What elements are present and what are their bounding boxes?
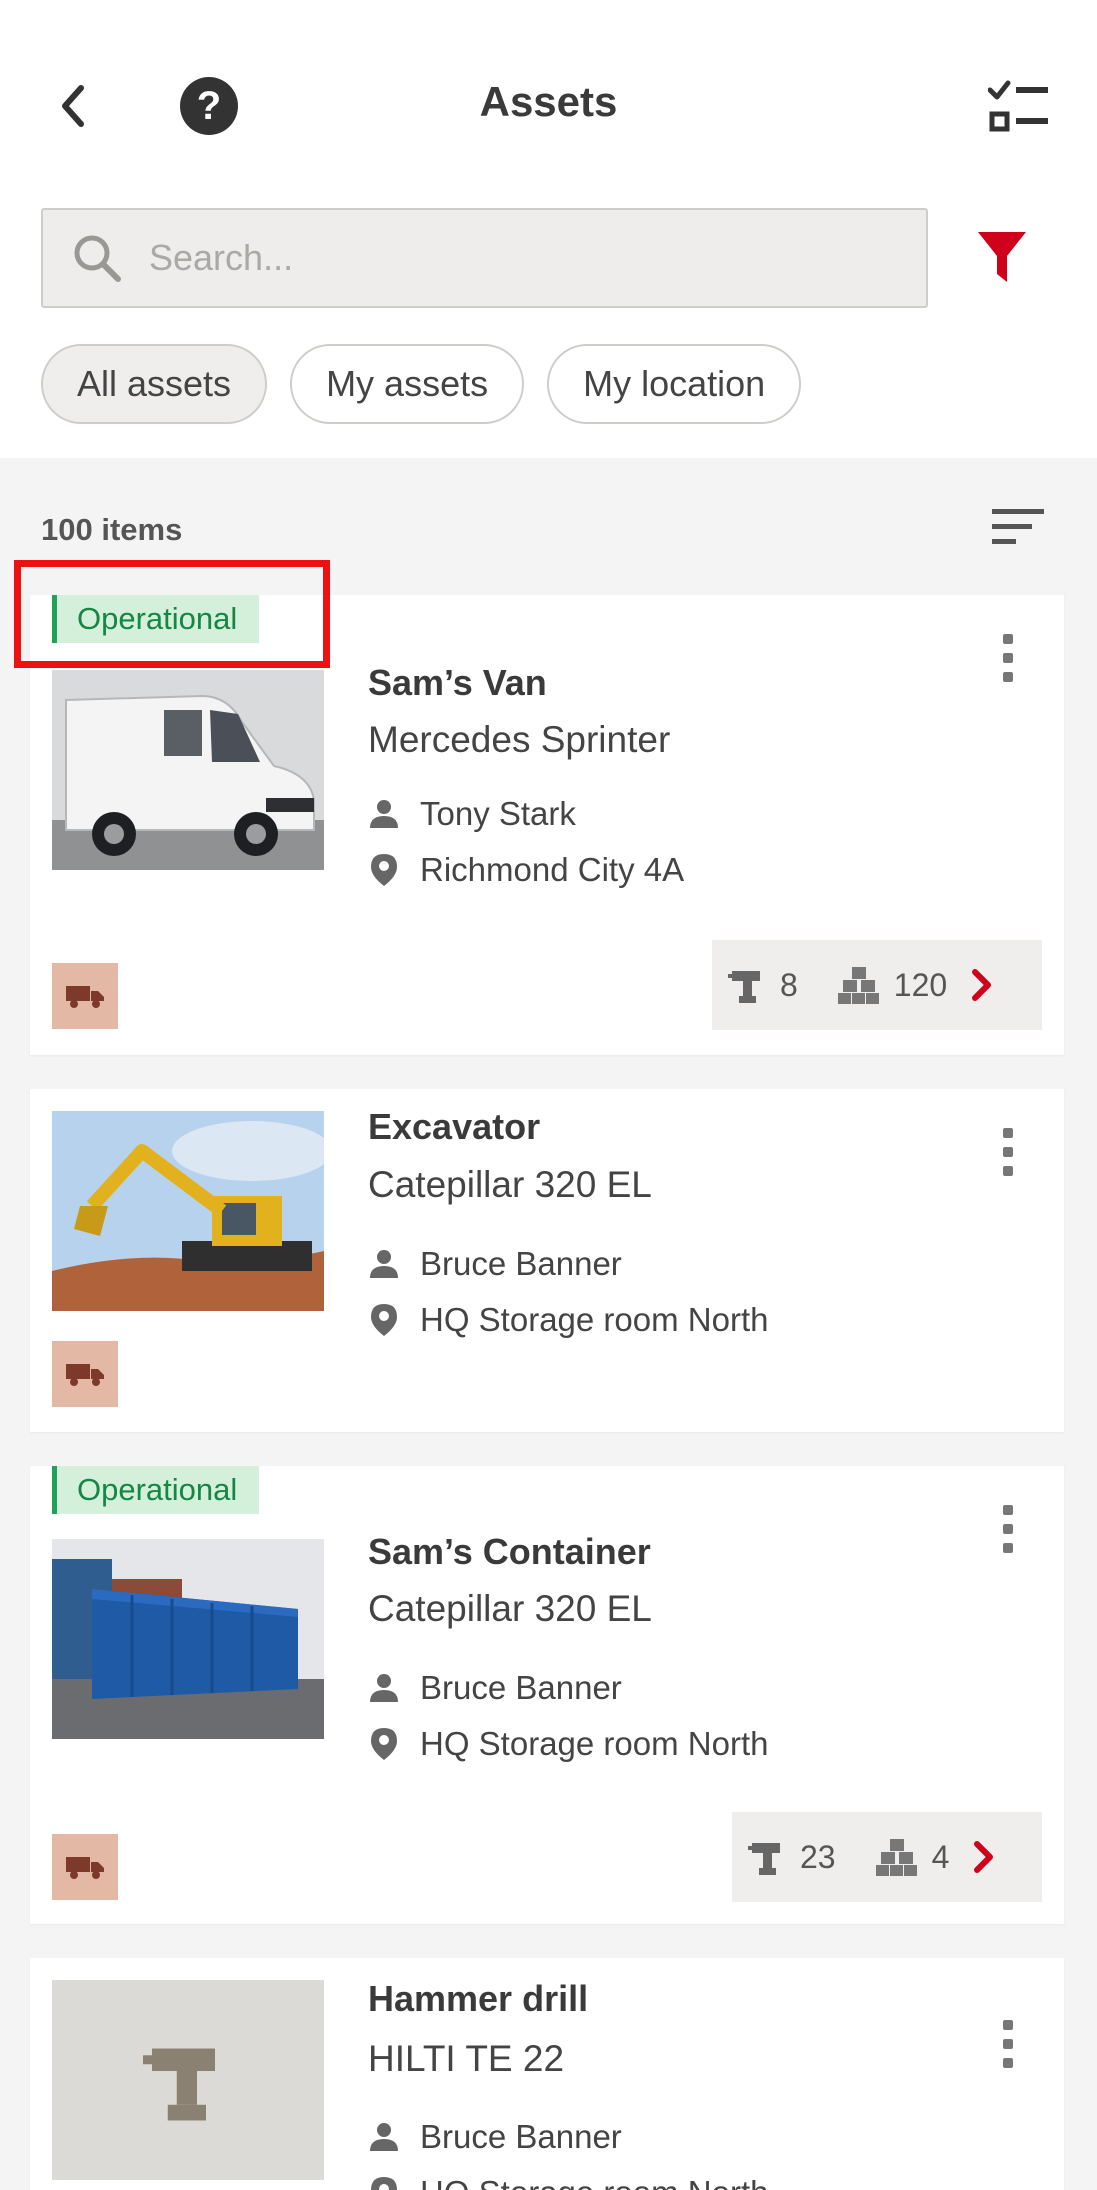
asset-owner: Bruce Banner <box>368 2118 622 2156</box>
asset-card[interactable]: Operational Sam’s Container Catepillar 3… <box>30 1466 1064 1924</box>
location-pin-icon <box>371 1728 397 1760</box>
highlight-box <box>14 560 330 668</box>
drill-icon <box>748 1843 780 1875</box>
chevron-right-icon <box>972 969 992 1001</box>
asset-image-placeholder <box>52 1980 324 2180</box>
location-name: HQ Storage room North <box>420 1725 769 1762</box>
more-options-button[interactable] <box>988 1499 1028 1559</box>
drill-icon <box>143 2048 215 2121</box>
chevron-right-icon <box>974 1841 994 1873</box>
asset-owner: Tony Stark <box>368 795 576 833</box>
asset-owner: Bruce Banner <box>368 1669 622 1707</box>
top-bar: Assets ? <box>0 0 1097 200</box>
asset-owner: Bruce Banner <box>368 1245 622 1283</box>
checklist-button[interactable] <box>987 78 1050 134</box>
back-button[interactable] <box>52 78 92 134</box>
more-options-button[interactable] <box>988 628 1028 688</box>
location-name: HQ Storage room North <box>420 2174 768 2190</box>
owner-name: Bruce Banner <box>420 2118 622 2155</box>
help-button[interactable]: ? <box>180 77 238 135</box>
asset-type-badge <box>52 1341 118 1407</box>
chevron-left-icon <box>62 85 84 127</box>
material-count: 120 <box>893 966 948 1003</box>
material-count: 4 <box>931 1838 950 1875</box>
person-icon <box>370 800 398 828</box>
truck-icon <box>66 1364 104 1386</box>
more-options-button[interactable] <box>988 2014 1028 2074</box>
asset-name: Hammer drill <box>368 1978 589 2019</box>
asset-contents-summary[interactable]: 23 4 <box>732 1812 1042 1902</box>
asset-model: Catepillar 320 EL <box>368 1164 652 1205</box>
asset-name: Sam’s Van <box>368 662 547 703</box>
search-icon <box>74 235 121 282</box>
asset-contents-summary[interactable]: 8 120 <box>712 940 1042 1030</box>
asset-name: Sam’s Container <box>368 1531 651 1572</box>
item-count: 100 items <box>41 512 183 547</box>
asset-location: Richmond City 4A <box>368 851 684 889</box>
person-icon <box>370 1674 398 1702</box>
filter-icon <box>978 232 1026 282</box>
asset-type-badge <box>52 963 118 1029</box>
owner-name: Tony Stark <box>420 795 576 832</box>
asset-type-badge <box>52 1834 118 1900</box>
search-bar[interactable] <box>41 208 928 308</box>
sort-button[interactable] <box>990 505 1046 549</box>
person-icon <box>370 2123 398 2151</box>
chip-all-assets[interactable]: All assets <box>41 344 268 424</box>
person-icon <box>370 1250 398 1278</box>
asset-model: HILTI TE 22 <box>368 2038 565 2079</box>
asset-model: Mercedes Sprinter <box>368 719 671 760</box>
location-pin-icon <box>371 2177 397 2190</box>
filter-button[interactable] <box>975 228 1029 288</box>
asset-name: Excavator <box>368 1106 541 1147</box>
search-input[interactable] <box>149 237 909 279</box>
materials-stack-icon <box>837 967 879 1004</box>
location-pin-icon <box>371 1304 397 1336</box>
tool-count: 8 <box>780 966 798 1003</box>
asset-card[interactable]: Hammer drill HILTI TE 22 Bruce Banner HQ… <box>30 1958 1064 2190</box>
asset-model: Catepillar 320 EL <box>368 1588 652 1629</box>
asset-image-van <box>52 670 324 870</box>
asset-card[interactable]: Excavator Catepillar 320 EL Bruce Banner… <box>30 1089 1064 1432</box>
asset-location: HQ Storage room North <box>368 1725 768 1763</box>
status-badge: Operational <box>52 1466 260 1514</box>
asset-image-container <box>52 1539 324 1739</box>
tool-count: 23 <box>800 1838 836 1875</box>
sort-icon <box>992 509 1044 544</box>
checklist-icon <box>987 80 1048 132</box>
truck-icon <box>66 986 104 1008</box>
drill-icon <box>728 971 760 1003</box>
chip-my-assets[interactable]: My assets <box>290 344 525 424</box>
asset-image-excavator <box>52 1111 324 1311</box>
asset-location: HQ Storage room North <box>368 1301 768 1339</box>
location-pin-icon <box>371 854 397 886</box>
location-name: HQ Storage room North <box>420 1301 769 1338</box>
asset-location: HQ Storage room North <box>368 2174 768 2190</box>
materials-stack-icon <box>875 1839 917 1876</box>
owner-name: Bruce Banner <box>420 1669 622 1706</box>
chip-my-location[interactable]: My location <box>547 344 802 424</box>
page-title: Assets <box>479 78 618 125</box>
truck-icon <box>66 1857 104 1879</box>
filter-chips: All assets My assets My location <box>41 344 802 424</box>
question-icon: ? <box>196 83 222 128</box>
location-name: Richmond City 4A <box>420 851 685 888</box>
owner-name: Bruce Banner <box>420 1245 622 1282</box>
more-options-button[interactable] <box>988 1122 1028 1182</box>
